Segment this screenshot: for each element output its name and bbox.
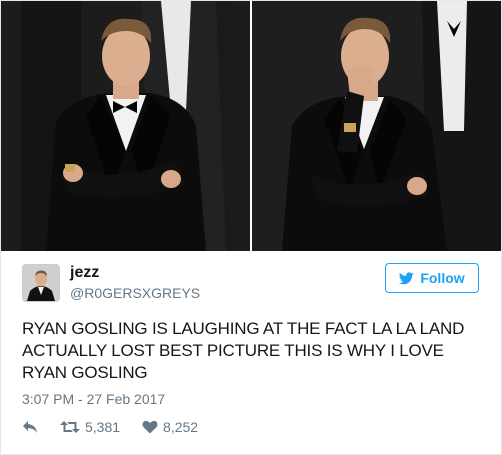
tweet-media[interactable] (1, 1, 501, 251)
retweet-icon (60, 421, 80, 433)
display-name[interactable]: jezz (70, 264, 200, 282)
photo-right[interactable] (252, 1, 501, 251)
like-count: 8,252 (163, 419, 199, 435)
tweet-text: RYAN GOSLING IS LAUGHING AT THE FACT LA … (22, 319, 465, 382)
user-handle[interactable]: @R0GERSXGREYS (70, 284, 200, 302)
photo-left-image (1, 1, 250, 251)
follow-button[interactable]: Follow (385, 263, 479, 293)
retweet-count: 5,381 (85, 419, 121, 435)
tweet-timestamp[interactable]: 3:07 PM - 27 Feb 2017 (22, 391, 165, 407)
tweet-card: jezz @R0GERSXGREYS Follow RYAN GOSLING I… (0, 0, 502, 455)
like-action[interactable]: 8,252 (142, 419, 198, 435)
tweet-author: jezz @R0GERSXGREYS (22, 264, 200, 302)
avatar-image (23, 265, 59, 301)
heart-icon (142, 420, 158, 434)
retweet-action[interactable]: 5,381 (60, 419, 120, 435)
photo-right-image (252, 1, 501, 251)
photo-left[interactable] (1, 1, 250, 251)
follow-label: Follow (420, 270, 465, 286)
reply-icon (23, 421, 37, 433)
reply-action[interactable] (22, 420, 38, 434)
bird-icon (399, 271, 415, 284)
avatar[interactable] (22, 264, 60, 302)
tweet-actions: 5,381 8,252 (22, 419, 220, 435)
